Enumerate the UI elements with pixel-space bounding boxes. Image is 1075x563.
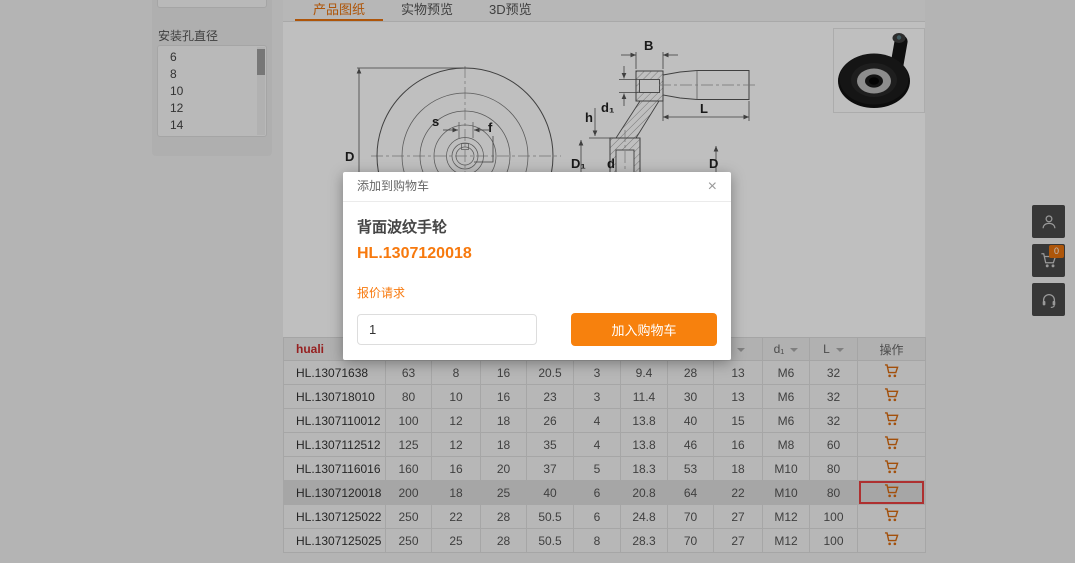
modal-title: 添加到购物车 xyxy=(357,172,429,201)
add-to-cart-button[interactable]: 加入购物车 xyxy=(571,313,717,346)
product-code: HL.1307120018 xyxy=(357,245,717,263)
quantity-input[interactable] xyxy=(357,314,537,345)
add-to-cart-modal: 添加到购物车 × 背面波纹手轮 HL.1307120018 报价请求 加入购物车 xyxy=(343,172,731,360)
product-name: 背面波纹手轮 xyxy=(357,216,717,237)
close-icon[interactable]: × xyxy=(708,179,717,195)
quote-request-link[interactable]: 报价请求 xyxy=(357,284,717,301)
